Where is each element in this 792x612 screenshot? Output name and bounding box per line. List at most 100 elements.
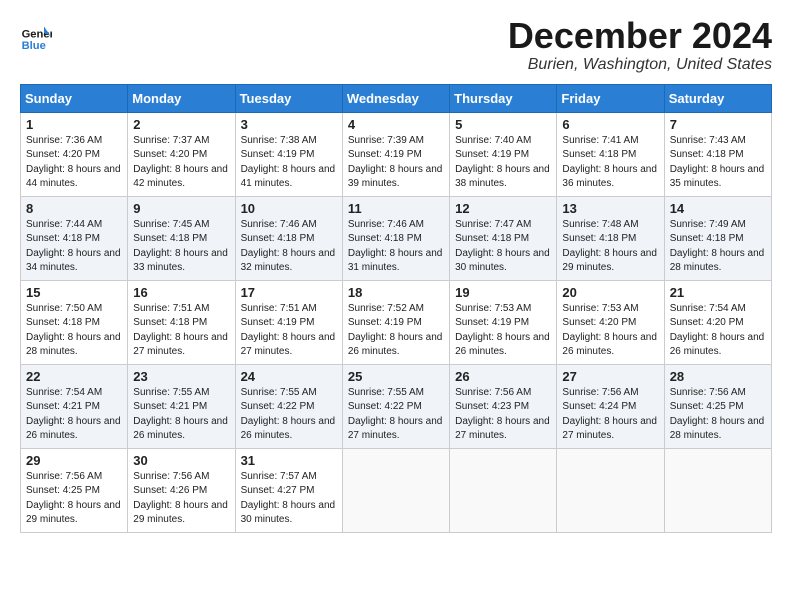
day-info: Sunrise: 7:54 AMSunset: 4:20 PMDaylight:… <box>670 302 766 360</box>
day-number: 3 <box>241 117 337 132</box>
day-number: 12 <box>455 201 551 216</box>
day-info: Sunrise: 7:48 AMSunset: 4:18 PMDaylight:… <box>562 218 658 276</box>
day-number: 6 <box>562 117 658 132</box>
day-number: 26 <box>455 369 551 384</box>
day-number: 30 <box>133 453 229 468</box>
calendar-cell <box>664 448 771 532</box>
day-number: 9 <box>133 201 229 216</box>
day-info: Sunrise: 7:57 AMSunset: 4:27 PMDaylight:… <box>241 470 337 528</box>
day-number: 27 <box>562 369 658 384</box>
calendar-cell: 10 Sunrise: 7:46 AMSunset: 4:18 PMDaylig… <box>235 196 342 280</box>
day-number: 20 <box>562 285 658 300</box>
calendar-cell: 19 Sunrise: 7:53 AMSunset: 4:19 PMDaylig… <box>450 280 557 364</box>
day-info: Sunrise: 7:44 AMSunset: 4:18 PMDaylight:… <box>26 218 122 276</box>
day-info: Sunrise: 7:53 AMSunset: 4:20 PMDaylight:… <box>562 302 658 360</box>
calendar-cell: 31 Sunrise: 7:57 AMSunset: 4:27 PMDaylig… <box>235 448 342 532</box>
weekday-sunday: Sunday <box>21 84 128 112</box>
day-number: 10 <box>241 201 337 216</box>
day-info: Sunrise: 7:45 AMSunset: 4:18 PMDaylight:… <box>133 218 229 276</box>
day-info: Sunrise: 7:56 AMSunset: 4:23 PMDaylight:… <box>455 386 551 444</box>
calendar-cell: 1 Sunrise: 7:36 AMSunset: 4:20 PMDayligh… <box>21 112 128 196</box>
weekday-saturday: Saturday <box>664 84 771 112</box>
day-number: 8 <box>26 201 122 216</box>
calendar-cell: 14 Sunrise: 7:49 AMSunset: 4:18 PMDaylig… <box>664 196 771 280</box>
weekday-header: SundayMondayTuesdayWednesdayThursdayFrid… <box>21 84 772 112</box>
day-number: 21 <box>670 285 766 300</box>
day-number: 2 <box>133 117 229 132</box>
calendar-cell: 27 Sunrise: 7:56 AMSunset: 4:24 PMDaylig… <box>557 364 664 448</box>
calendar-cell: 26 Sunrise: 7:56 AMSunset: 4:23 PMDaylig… <box>450 364 557 448</box>
day-number: 23 <box>133 369 229 384</box>
calendar-table: SundayMondayTuesdayWednesdayThursdayFrid… <box>20 84 772 533</box>
calendar-cell <box>342 448 449 532</box>
calendar-cell: 11 Sunrise: 7:46 AMSunset: 4:18 PMDaylig… <box>342 196 449 280</box>
day-info: Sunrise: 7:49 AMSunset: 4:18 PMDaylight:… <box>670 218 766 276</box>
day-number: 17 <box>241 285 337 300</box>
title-area: December 2024 Burien, Washington, United… <box>508 16 772 74</box>
calendar-cell: 15 Sunrise: 7:50 AMSunset: 4:18 PMDaylig… <box>21 280 128 364</box>
calendar-cell: 16 Sunrise: 7:51 AMSunset: 4:18 PMDaylig… <box>128 280 235 364</box>
day-number: 15 <box>26 285 122 300</box>
day-info: Sunrise: 7:56 AMSunset: 4:26 PMDaylight:… <box>133 470 229 528</box>
svg-text:Blue: Blue <box>22 40 46 52</box>
calendar-body: 1 Sunrise: 7:36 AMSunset: 4:20 PMDayligh… <box>21 112 772 532</box>
day-info: Sunrise: 7:55 AMSunset: 4:22 PMDaylight:… <box>348 386 444 444</box>
day-info: Sunrise: 7:53 AMSunset: 4:19 PMDaylight:… <box>455 302 551 360</box>
calendar-cell: 13 Sunrise: 7:48 AMSunset: 4:18 PMDaylig… <box>557 196 664 280</box>
day-info: Sunrise: 7:54 AMSunset: 4:21 PMDaylight:… <box>26 386 122 444</box>
calendar-cell <box>557 448 664 532</box>
logo-icon: General Blue <box>20 20 52 52</box>
day-number: 16 <box>133 285 229 300</box>
day-info: Sunrise: 7:36 AMSunset: 4:20 PMDaylight:… <box>26 134 122 192</box>
day-number: 28 <box>670 369 766 384</box>
calendar-cell: 7 Sunrise: 7:43 AMSunset: 4:18 PMDayligh… <box>664 112 771 196</box>
day-number: 25 <box>348 369 444 384</box>
weekday-friday: Friday <box>557 84 664 112</box>
calendar-cell: 4 Sunrise: 7:39 AMSunset: 4:19 PMDayligh… <box>342 112 449 196</box>
calendar-cell: 6 Sunrise: 7:41 AMSunset: 4:18 PMDayligh… <box>557 112 664 196</box>
day-number: 22 <box>26 369 122 384</box>
day-info: Sunrise: 7:55 AMSunset: 4:22 PMDaylight:… <box>241 386 337 444</box>
day-info: Sunrise: 7:46 AMSunset: 4:18 PMDaylight:… <box>348 218 444 276</box>
day-info: Sunrise: 7:56 AMSunset: 4:25 PMDaylight:… <box>670 386 766 444</box>
calendar-cell: 20 Sunrise: 7:53 AMSunset: 4:20 PMDaylig… <box>557 280 664 364</box>
calendar-cell: 25 Sunrise: 7:55 AMSunset: 4:22 PMDaylig… <box>342 364 449 448</box>
weekday-thursday: Thursday <box>450 84 557 112</box>
logo: General Blue <box>20 20 52 52</box>
day-info: Sunrise: 7:51 AMSunset: 4:19 PMDaylight:… <box>241 302 337 360</box>
calendar-cell: 29 Sunrise: 7:56 AMSunset: 4:25 PMDaylig… <box>21 448 128 532</box>
day-number: 29 <box>26 453 122 468</box>
day-number: 11 <box>348 201 444 216</box>
calendar-cell: 17 Sunrise: 7:51 AMSunset: 4:19 PMDaylig… <box>235 280 342 364</box>
day-info: Sunrise: 7:46 AMSunset: 4:18 PMDaylight:… <box>241 218 337 276</box>
day-info: Sunrise: 7:56 AMSunset: 4:24 PMDaylight:… <box>562 386 658 444</box>
day-info: Sunrise: 7:43 AMSunset: 4:18 PMDaylight:… <box>670 134 766 192</box>
day-info: Sunrise: 7:38 AMSunset: 4:19 PMDaylight:… <box>241 134 337 192</box>
location-title: Burien, Washington, United States <box>508 56 772 74</box>
day-info: Sunrise: 7:50 AMSunset: 4:18 PMDaylight:… <box>26 302 122 360</box>
calendar-cell: 2 Sunrise: 7:37 AMSunset: 4:20 PMDayligh… <box>128 112 235 196</box>
calendar-cell: 24 Sunrise: 7:55 AMSunset: 4:22 PMDaylig… <box>235 364 342 448</box>
month-title: December 2024 <box>508 16 772 56</box>
calendar-cell <box>450 448 557 532</box>
day-info: Sunrise: 7:56 AMSunset: 4:25 PMDaylight:… <box>26 470 122 528</box>
day-number: 7 <box>670 117 766 132</box>
day-info: Sunrise: 7:52 AMSunset: 4:19 PMDaylight:… <box>348 302 444 360</box>
calendar-cell: 18 Sunrise: 7:52 AMSunset: 4:19 PMDaylig… <box>342 280 449 364</box>
day-number: 18 <box>348 285 444 300</box>
day-number: 19 <box>455 285 551 300</box>
weekday-wednesday: Wednesday <box>342 84 449 112</box>
calendar-cell: 22 Sunrise: 7:54 AMSunset: 4:21 PMDaylig… <box>21 364 128 448</box>
calendar-cell: 28 Sunrise: 7:56 AMSunset: 4:25 PMDaylig… <box>664 364 771 448</box>
day-number: 13 <box>562 201 658 216</box>
svg-text:General: General <box>22 29 52 41</box>
day-info: Sunrise: 7:37 AMSunset: 4:20 PMDaylight:… <box>133 134 229 192</box>
day-info: Sunrise: 7:41 AMSunset: 4:18 PMDaylight:… <box>562 134 658 192</box>
day-info: Sunrise: 7:39 AMSunset: 4:19 PMDaylight:… <box>348 134 444 192</box>
day-number: 1 <box>26 117 122 132</box>
day-number: 24 <box>241 369 337 384</box>
calendar-cell: 3 Sunrise: 7:38 AMSunset: 4:19 PMDayligh… <box>235 112 342 196</box>
calendar-cell: 5 Sunrise: 7:40 AMSunset: 4:19 PMDayligh… <box>450 112 557 196</box>
calendar-cell: 8 Sunrise: 7:44 AMSunset: 4:18 PMDayligh… <box>21 196 128 280</box>
day-number: 4 <box>348 117 444 132</box>
